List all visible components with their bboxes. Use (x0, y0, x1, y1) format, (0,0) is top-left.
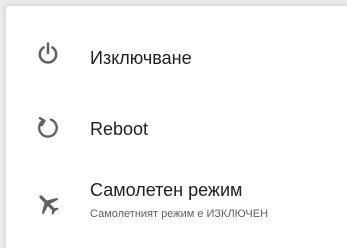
reboot-label: Reboot (90, 119, 149, 139)
airplane-icon (34, 190, 62, 218)
restart-icon (34, 114, 62, 142)
power-off-option[interactable]: Изключване (6, 26, 347, 90)
power-menu-dialog: Изключване Reboot Самолетен режим Самоле… (6, 6, 347, 248)
reboot-option[interactable]: Reboot (6, 98, 347, 162)
airplane-mode-label: Самолетен режим (90, 180, 243, 200)
power-off-label: Изключване (90, 48, 192, 68)
airplane-mode-option[interactable]: Самолетен режим Самолетният режим е ИЗКЛ… (6, 170, 347, 234)
power-icon (34, 40, 62, 68)
airplane-mode-status: Самолетният режим е ИЗКЛЮЧЕН (90, 208, 269, 220)
